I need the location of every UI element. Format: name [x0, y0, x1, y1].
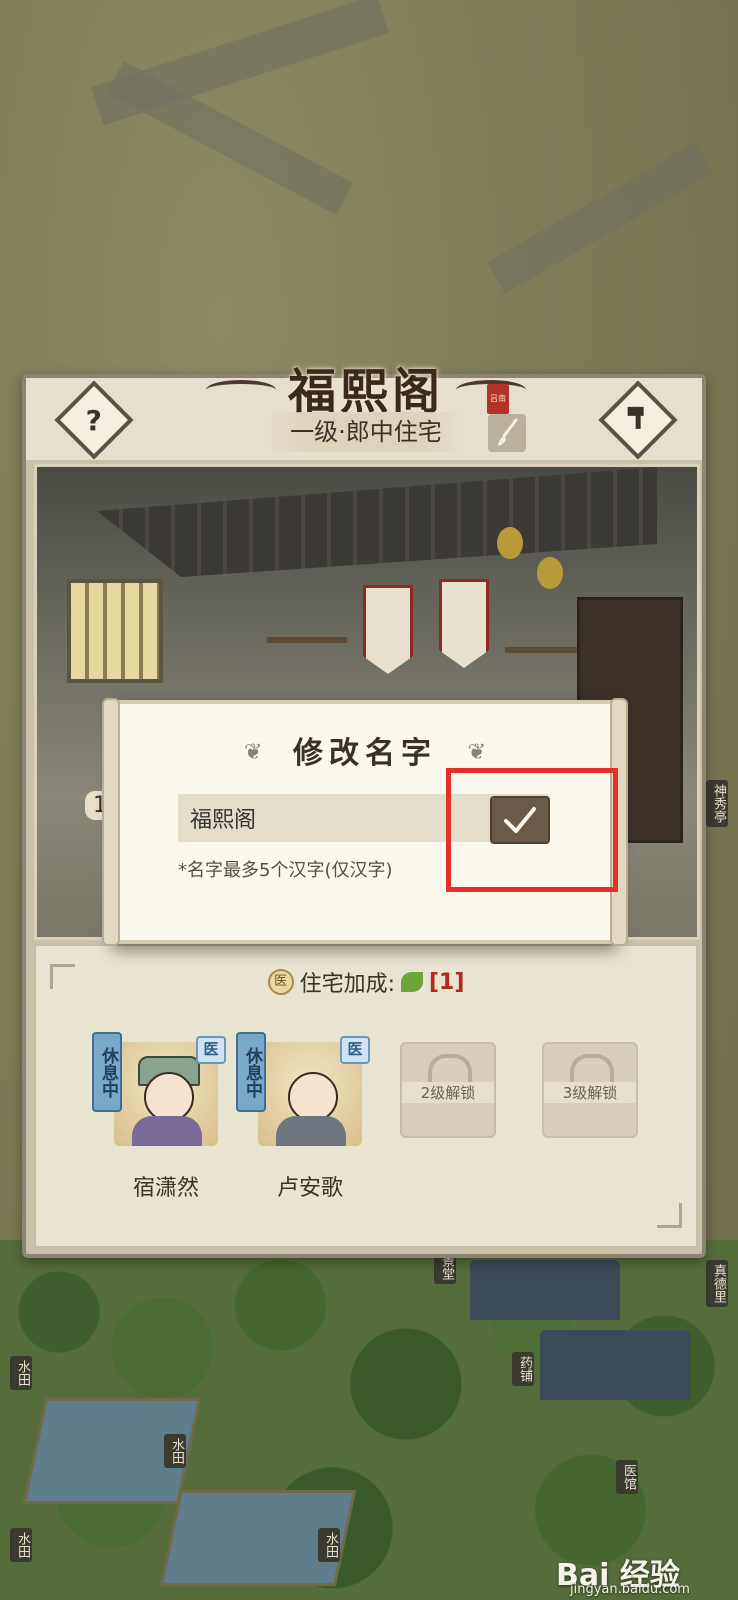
hanging-banner	[439, 579, 489, 668]
gourd	[537, 557, 563, 589]
brush-icon	[498, 418, 518, 446]
resting-status-badge: 休息中	[92, 1032, 122, 1112]
robe	[276, 1116, 346, 1146]
building-roof[interactable]	[540, 1330, 690, 1400]
building-level-type: 一级·郎中住宅	[266, 412, 466, 452]
shelf	[505, 647, 585, 653]
face	[144, 1072, 194, 1122]
robe	[132, 1116, 202, 1146]
unlock-level-label: 3级解锁	[544, 1082, 636, 1103]
hanging-banner	[363, 585, 413, 674]
hammer-icon	[624, 403, 652, 438]
herb-leaf-icon	[401, 972, 423, 992]
seal-stamp: 吕南	[487, 384, 509, 414]
cloud-ornament-icon: ❦	[467, 740, 486, 765]
upgrade-button[interactable]	[598, 380, 678, 460]
shelf	[267, 637, 347, 643]
locked-slot[interactable]: 3级解锁	[542, 1042, 638, 1138]
scene-roof	[97, 467, 657, 577]
unlock-level-label: 2级解锁	[402, 1082, 494, 1103]
map-label-field[interactable]: 水田	[10, 1356, 32, 1390]
map-label-field[interactable]: 水田	[10, 1528, 32, 1562]
resident-name: 宿潇然	[132, 1176, 199, 1201]
resident-slot[interactable]: 休息中 医 卢安歌	[236, 1032, 370, 1201]
corner-ornament	[657, 1203, 682, 1228]
watermark-url: jingyan.baidu.com	[570, 1582, 690, 1597]
bonus-count: [1]	[429, 969, 465, 995]
map-label-district[interactable]: 真德里	[706, 1260, 728, 1307]
profession-badge: 医	[340, 1036, 370, 1064]
help-button[interactable]: ?	[54, 380, 134, 460]
scene-window	[67, 579, 163, 683]
locked-slot[interactable]: 2级解锁	[400, 1042, 496, 1138]
map-road	[487, 142, 713, 294]
question-icon: ?	[85, 403, 103, 437]
map-label-clinic[interactable]: 医馆	[616, 1460, 638, 1494]
dialog-title: 修改名字	[293, 736, 437, 771]
resident-name: 卢安歌	[276, 1176, 343, 1201]
map-label-pharmacy[interactable]: 药铺	[512, 1352, 534, 1386]
map-label-field[interactable]: 水田	[318, 1528, 340, 1562]
face	[288, 1072, 338, 1122]
rename-brush-button[interactable]	[488, 414, 526, 452]
bonus-title: 医 住宅加成: [1]	[36, 966, 696, 998]
bonus-label: 住宅加成:	[299, 972, 395, 997]
swirl-ornament	[206, 380, 276, 400]
resting-status-badge: 休息中	[236, 1032, 266, 1112]
profession-badge: 医	[196, 1036, 226, 1064]
gourd	[497, 527, 523, 559]
map-label-field[interactable]: 水田	[164, 1434, 186, 1468]
name-rule-hint: *名字最多5个汉字(仅汉字)	[178, 860, 393, 881]
medicine-icon: 医	[267, 969, 294, 995]
building-roof[interactable]	[470, 1260, 620, 1320]
highlight-annotation-box	[446, 768, 618, 892]
residence-bonus-section: 医 住宅加成: [1] 休息中 医 宿潇然 休息中 医 卢安歌 2级解锁 3级解…	[34, 944, 698, 1248]
panel-header: 福熙阁 吕南 一级·郎中住宅 ?	[26, 364, 702, 460]
map-label-pavilion[interactable]: 神秀亭	[706, 780, 728, 827]
resident-slot[interactable]: 休息中 医 宿潇然	[92, 1032, 226, 1201]
